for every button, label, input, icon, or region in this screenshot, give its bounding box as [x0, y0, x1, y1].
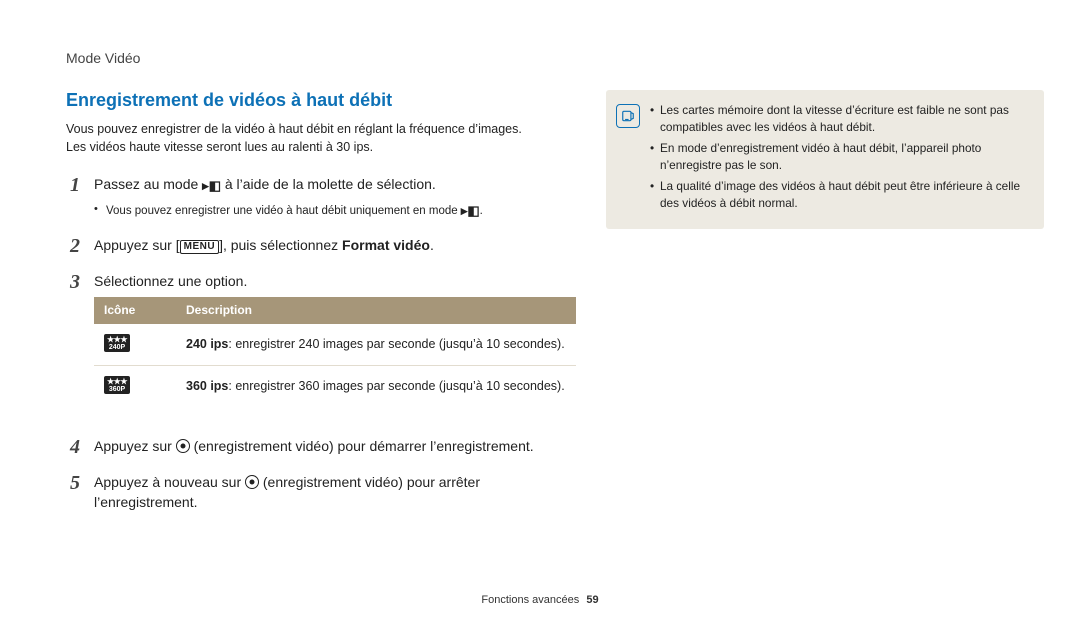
step-1-sub-pre: Vous pouvez enregistrer une vidéo à haut…	[106, 205, 461, 217]
option-bold: 360 ips	[186, 379, 228, 393]
content-columns: Enregistrement de vidéos à haut débit Vo…	[66, 90, 1044, 526]
step-2-bold: Format vidéo	[342, 237, 430, 253]
icon-top: ★★★	[107, 377, 127, 386]
note-icon	[616, 104, 640, 128]
menu-button-icon: MENU	[180, 240, 219, 254]
step-1-post: à l’aide de la molette de sélection.	[221, 176, 436, 192]
step-number: 1	[66, 174, 80, 221]
fps-240-icon: ★★★240P	[104, 334, 130, 352]
step-3-text: Sélectionnez une option.	[94, 273, 247, 289]
note-item: La qualité d’image des vidéos à haut déb…	[650, 178, 1030, 212]
note-list: Les cartes mémoire dont la vitesse d’écr…	[650, 102, 1030, 217]
step-number: 5	[66, 472, 80, 513]
step-body: Sélectionnez une option. Icône Descripti…	[94, 271, 576, 422]
table-row: ★★★360P 360 ips: enregistrer 360 images …	[94, 365, 576, 406]
steps-list: 1 Passez au mode ▸◧ à l’aide de la molet…	[66, 174, 576, 512]
icon-bot: 360P	[109, 386, 125, 393]
step-2-pre: Appuyez sur [	[94, 237, 180, 253]
note-item: Les cartes mémoire dont la vitesse d’écr…	[650, 102, 1030, 136]
icon-top: ★★★	[107, 335, 127, 344]
movie-mode-icon: ▸◧	[461, 202, 480, 221]
record-icon	[176, 439, 190, 453]
option-desc-cell: 240 ips: enregistrer 240 images par seco…	[176, 324, 576, 365]
left-column: Enregistrement de vidéos à haut débit Vo…	[66, 90, 576, 526]
option-desc-cell: 360 ips: enregistrer 360 images par seco…	[176, 365, 576, 406]
note-item: En mode d’enregistrement vidéo à haut dé…	[650, 140, 1030, 174]
step-1-pre: Passez au mode	[94, 176, 202, 192]
table-row: ★★★240P 240 ips: enregistrer 240 images …	[94, 324, 576, 365]
step-2-post: .	[430, 237, 434, 253]
section-title: Enregistrement de vidéos à haut débit	[66, 90, 576, 111]
step-body: Appuyez sur (enregistrement vidéo) pour …	[94, 436, 576, 458]
step-number: 4	[66, 436, 80, 458]
col-icon-header: Icône	[94, 297, 176, 324]
option-rest: : enregistrer 360 images par seconde (ju…	[228, 379, 564, 393]
step-1-note: Vous pouvez enregistrer une vidéo à haut…	[94, 202, 576, 221]
footer-section: Fonctions avancées	[481, 594, 579, 606]
step-5-pre: Appuyez à nouveau sur	[94, 474, 245, 490]
intro-line-2: Les vidéos haute vitesse seront lues au …	[66, 140, 373, 154]
step-body: Passez au mode ▸◧ à l’aide de la molette…	[94, 174, 576, 221]
manual-page: Mode Vidéo Enregistrement de vidéos à ha…	[0, 0, 1080, 630]
step-3: 3 Sélectionnez une option. Icône Descrip…	[66, 271, 576, 422]
movie-mode-icon: ▸◧	[202, 177, 221, 196]
step-4: 4 Appuyez sur (enregistrement vidéo) pou…	[66, 436, 576, 458]
option-icon-cell: ★★★240P	[94, 324, 176, 365]
step-number: 3	[66, 271, 80, 422]
icon-bot: 240P	[109, 344, 125, 351]
option-icon-cell: ★★★360P	[94, 365, 176, 406]
step-2-mid: ], puis sélectionnez	[219, 237, 342, 253]
step-body: Appuyez à nouveau sur (enregistrement vi…	[94, 472, 576, 513]
fps-360-icon: ★★★360P	[104, 376, 130, 394]
step-number: 2	[66, 235, 80, 257]
page-header: Mode Vidéo	[66, 50, 1044, 66]
step-2: 2 Appuyez sur [MENU], puis sélectionnez …	[66, 235, 576, 257]
options-table: Icône Description ★★★240P	[94, 297, 576, 406]
page-footer: Fonctions avancées 59	[0, 594, 1080, 606]
option-rest: : enregistrer 240 images par seconde (ju…	[228, 337, 564, 351]
record-icon	[245, 475, 259, 489]
right-column: Les cartes mémoire dont la vitesse d’écr…	[606, 90, 1044, 526]
intro-line-1: Vous pouvez enregistrer de la vidéo à ha…	[66, 122, 522, 136]
step-4-pre: Appuyez sur	[94, 438, 176, 454]
col-desc-header: Description	[176, 297, 576, 324]
intro-text: Vous pouvez enregistrer de la vidéo à ha…	[66, 121, 576, 156]
page-number: 59	[586, 594, 598, 606]
note-box: Les cartes mémoire dont la vitesse d’écr…	[606, 90, 1044, 229]
step-5: 5 Appuyez à nouveau sur (enregistrement …	[66, 472, 576, 513]
step-1: 1 Passez au mode ▸◧ à l’aide de la molet…	[66, 174, 576, 221]
step-1-sub-post: .	[480, 205, 483, 217]
option-bold: 240 ips	[186, 337, 228, 351]
step-body: Appuyez sur [MENU], puis sélectionnez Fo…	[94, 235, 576, 257]
step-4-post: (enregistrement vidéo) pour démarrer l’e…	[190, 438, 534, 454]
